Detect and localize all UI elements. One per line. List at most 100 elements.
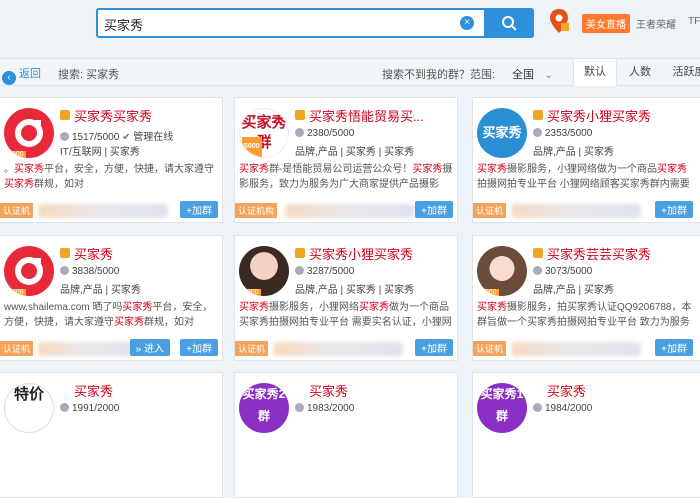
clear-icon[interactable]: × — [460, 16, 474, 30]
cert-badge: 认证机 — [0, 341, 34, 356]
blurred-info — [285, 204, 415, 218]
group-description: www.shailema.com 晒了吗买家秀平台，安全，方便，快捷，请大家遵守… — [4, 302, 213, 328]
level-badge: 5000 — [6, 151, 26, 158]
location-icon[interactable] — [548, 8, 570, 34]
join-button[interactable]: +加群 — [415, 201, 453, 218]
group-name[interactable]: 买家秀买家秀 — [74, 106, 152, 125]
enter-button[interactable]: » 进入 — [129, 339, 170, 356]
group-card[interactable]: 买家秀群 5000 买家秀悟能贸易买... 2380/5000 品牌,产品 | 买… — [234, 97, 458, 223]
people-icon — [533, 403, 542, 412]
group-name[interactable]: 买家秀 — [74, 244, 113, 263]
people-icon — [533, 128, 542, 137]
blurred-info — [38, 204, 168, 218]
member-count: 3838/5000 — [60, 266, 119, 277]
group-card[interactable]: 买家秀1群 买家秀 1984/2000 — [472, 372, 700, 498]
blurred-info — [511, 342, 641, 356]
group-description: 买家秀摄影服务，小狸网络买家秀做为一个商品买家秀拍摄网拍专业平台 需要实名认证，… — [239, 302, 452, 328]
people-icon — [295, 403, 304, 412]
level-badge: 5000 — [242, 137, 262, 157]
group-description: 买家秀摄影服务，小狸网络做为一个商品买家秀拍摄网拍专业平台 小狸网络顾客买家秀群… — [477, 164, 690, 190]
people-icon — [60, 403, 69, 412]
group-card[interactable]: 5000 买家秀 3838/5000 品牌,产品 | 买家秀 www.shail… — [0, 235, 223, 361]
join-button[interactable]: +加群 — [180, 201, 218, 218]
group-name[interactable]: 买家秀 — [547, 381, 586, 400]
people-icon — [533, 266, 542, 275]
group-card[interactable]: 5000 买家秀买家秀 1517/5000 ✔ 管理在线 IT/互联网 | 买家… — [0, 97, 223, 223]
back-arrow-icon: ‹ — [2, 71, 16, 85]
group-name[interactable]: 买家秀小狸买家秀 — [309, 244, 413, 263]
crown-icon — [295, 248, 305, 258]
range-label: 范围: — [470, 69, 496, 81]
avatar: 特价 — [4, 383, 54, 433]
blurred-info — [511, 204, 641, 218]
level-badge: 5000 — [6, 289, 26, 296]
people-icon — [60, 266, 69, 275]
back-button[interactable]: ‹ 返回 — [2, 65, 41, 85]
crown-icon — [60, 110, 70, 120]
avatar: 买家秀2群 — [239, 383, 289, 433]
member-count: 1984/2000 — [533, 403, 592, 414]
group-description: 。买家秀平台，安全，方便，快捷，请大家遵守买家秀群规，如对 — [4, 164, 214, 190]
group-tags: 品牌,产品 | 买家秀 — [60, 285, 141, 296]
group-tags: 品牌,产品 | 买家秀 | 买家秀 — [295, 285, 415, 296]
tab-members[interactable]: 人数 — [618, 59, 662, 86]
cert-badge: 认证机构 — [235, 203, 278, 218]
group-card[interactable]: 买家秀2群 买家秀 1983/2000 — [234, 372, 458, 498]
breadcrumb: 搜索: 买家秀 — [58, 69, 120, 81]
member-count: 1517/5000 ✔ 管理在线 — [60, 128, 173, 143]
group-tags: IT/互联网 | 买家秀 — [60, 147, 140, 158]
join-button[interactable]: +加群 — [415, 339, 453, 356]
group-name[interactable]: 买家秀 — [309, 381, 348, 400]
avatar: 5000 — [4, 108, 54, 158]
avatar: 买家秀1群 — [477, 383, 527, 433]
top-link-tf[interactable]: TF — [688, 16, 700, 27]
level-badge: 5000 — [479, 289, 499, 296]
search-button[interactable] — [484, 8, 534, 38]
live-badge[interactable]: 美女直播 — [582, 14, 630, 33]
group-tags: 品牌,产品 | 买家秀 — [533, 285, 614, 296]
group-card[interactable]: 5000 买家秀芸芸买家秀 3073/5000 品牌,产品 | 买家秀 买家秀摄… — [472, 235, 700, 361]
crown-icon — [295, 110, 305, 120]
group-name[interactable]: 买家秀芸芸买家秀 — [547, 244, 651, 263]
group-name[interactable]: 买家秀小狸买家秀 — [547, 106, 651, 125]
member-count: 2353/5000 — [533, 128, 592, 139]
tab-activity[interactable]: 活跃度 — [664, 59, 700, 86]
chevron-down-icon: ⌄ — [544, 69, 554, 81]
avatar: 5000 — [4, 246, 54, 296]
search-input[interactable]: 买家秀 — [104, 15, 143, 34]
group-description: 买家秀群-是悟能贸易公司运营公众号！买家秀摄影服务，致力为服务为广大商家提供产品… — [239, 164, 453, 190]
group-name[interactable]: 买家秀悟能贸易买... — [309, 106, 424, 125]
member-count: 2380/5000 — [295, 128, 354, 139]
blurred-info — [273, 342, 403, 356]
avatar: 5000 — [239, 246, 289, 296]
cert-badge: 认证机 — [0, 203, 34, 218]
group-card[interactable]: 5000 买家秀小狸买家秀 3287/5000 品牌,产品 | 买家秀 | 买家… — [234, 235, 458, 361]
group-card[interactable]: 特价 买家秀 1991/2000 — [0, 372, 223, 498]
people-icon — [60, 132, 69, 141]
group-description: 买家秀摄影服务，拍买家秀认证QQ9206788，本群旨做一个买家秀拍摄网拍专业平… — [477, 302, 692, 328]
range-select[interactable]: 全国 ⌄ — [512, 66, 553, 82]
people-icon — [295, 266, 304, 275]
group-card[interactable]: 买家秀 买家秀小狸买家秀 2353/5000 品牌,产品 | 买家秀 买家秀摄影… — [472, 97, 700, 223]
group-tags: 品牌,产品 | 买家秀 — [533, 147, 614, 158]
sub-bar: ‹返回 搜索: 买家秀 搜索不到我的群？ 范围: 全国 ⌄ 默认 人数 活跃度 — [0, 58, 700, 86]
avatar: 买家秀 — [477, 108, 527, 158]
member-count: 3073/5000 — [533, 266, 592, 277]
search-icon — [502, 16, 517, 31]
cert-badge: 认证机 — [235, 341, 269, 356]
group-name[interactable]: 买家秀 — [74, 381, 113, 400]
crown-icon — [533, 248, 543, 258]
join-button[interactable]: +加群 — [655, 339, 693, 356]
avatar: 5000 — [477, 246, 527, 296]
tab-default[interactable]: 默认 — [573, 59, 617, 86]
crown-icon — [533, 110, 543, 120]
people-icon — [295, 128, 304, 137]
search-box[interactable]: 买家秀 × — [96, 8, 534, 38]
join-button[interactable]: +加群 — [655, 201, 693, 218]
top-link-game[interactable]: 王者荣耀 — [636, 16, 676, 31]
not-found-link[interactable]: 搜索不到我的群？ — [382, 66, 470, 82]
join-button[interactable]: +加群 — [180, 339, 218, 356]
cert-badge: 认证机 — [473, 341, 507, 356]
avatar: 买家秀群 5000 — [239, 108, 289, 158]
top-bar: 买家秀 × 美女直播 王者荣耀 TF — [0, 0, 700, 48]
